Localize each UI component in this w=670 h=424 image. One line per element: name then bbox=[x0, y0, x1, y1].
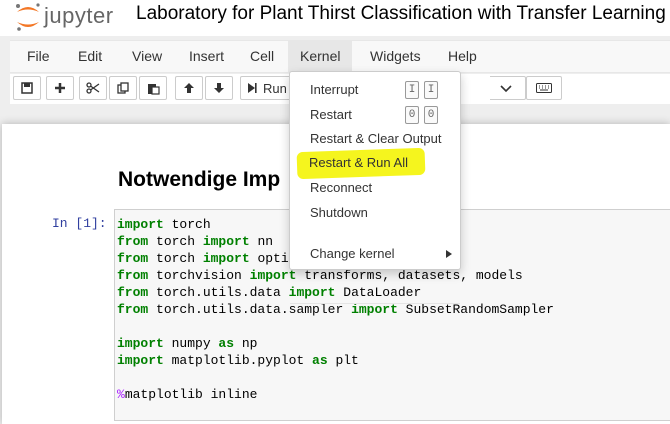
cell-type-select[interactable] bbox=[490, 76, 526, 100]
menu-item-reconnect[interactable]: Reconnect bbox=[310, 180, 372, 195]
paste-icon bbox=[147, 83, 160, 95]
paste-button[interactable] bbox=[139, 76, 167, 100]
chevron-down-icon bbox=[500, 85, 512, 93]
shortcut-key: I bbox=[405, 81, 419, 99]
menu-item-change-kernel[interactable]: Change kernel bbox=[310, 246, 395, 261]
menu-help[interactable]: Help bbox=[436, 41, 489, 72]
shortcut-key: 0 bbox=[424, 106, 438, 124]
move-up-button[interactable] bbox=[175, 76, 203, 100]
menu-insert[interactable]: Insert bbox=[177, 41, 236, 72]
save-icon bbox=[21, 82, 33, 94]
input-prompt: In [1]: bbox=[52, 216, 107, 231]
menu-file[interactable]: File bbox=[15, 41, 62, 72]
menubar: File Edit View Insert Cell Kernel Widget… bbox=[10, 40, 670, 73]
code-line: from torch.utils.data import DataLoader bbox=[117, 285, 422, 300]
command-palette-button[interactable] bbox=[526, 76, 562, 100]
caret-right-icon bbox=[446, 250, 452, 258]
run-label: Run bbox=[263, 80, 287, 96]
code-line: from torch import nn bbox=[117, 234, 274, 249]
menu-item-shutdown[interactable]: Shutdown bbox=[310, 205, 368, 220]
menu-edit[interactable]: Edit bbox=[66, 41, 114, 72]
markdown-heading: Notwendige Imp bbox=[118, 168, 281, 191]
code-line: import numpy as np bbox=[117, 336, 258, 351]
code-line: from torch import opti bbox=[117, 251, 289, 266]
save-button[interactable] bbox=[13, 76, 41, 100]
arrow-down-icon bbox=[214, 83, 224, 93]
arrow-up-icon bbox=[184, 83, 194, 93]
header: jupyter Laboratory for Plant Thirst Clas… bbox=[0, 0, 670, 36]
menu-item-restart-clear-output[interactable]: Restart & Clear Output bbox=[310, 131, 442, 146]
menu-divider bbox=[290, 303, 460, 304]
keyboard-icon bbox=[536, 83, 552, 93]
shortcut-key: I bbox=[424, 81, 438, 99]
notebook-title[interactable]: Laboratory for Plant Thirst Classificati… bbox=[136, 3, 666, 25]
code-line: %matplotlib inline bbox=[117, 387, 258, 402]
plus-icon bbox=[55, 83, 65, 93]
cut-button[interactable] bbox=[79, 76, 107, 100]
menu-item-restart-run-all[interactable]: Restart & Run All bbox=[309, 155, 408, 170]
scissors-icon bbox=[86, 82, 100, 94]
menu-item-interrupt[interactable]: Interrupt bbox=[310, 82, 358, 97]
jupyter-logo-icon[interactable] bbox=[14, 2, 42, 32]
menu-view[interactable]: View bbox=[120, 41, 174, 72]
menu-kernel[interactable]: Kernel bbox=[288, 41, 353, 72]
menu-widgets[interactable]: Widgets bbox=[358, 41, 433, 72]
insert-cell-button[interactable] bbox=[46, 76, 74, 100]
step-forward-icon bbox=[248, 83, 257, 93]
copy-button[interactable] bbox=[109, 76, 137, 100]
shortcut-key: 0 bbox=[405, 106, 419, 124]
logo-text: jupyter bbox=[44, 3, 114, 28]
menu-cell[interactable]: Cell bbox=[238, 41, 286, 72]
copy-icon bbox=[116, 81, 129, 94]
code-line: import matplotlib.pyplot as plt bbox=[117, 353, 359, 368]
move-down-button[interactable] bbox=[205, 76, 233, 100]
menu-item-restart[interactable]: Restart bbox=[310, 107, 352, 122]
code-line: import torch bbox=[117, 217, 211, 232]
